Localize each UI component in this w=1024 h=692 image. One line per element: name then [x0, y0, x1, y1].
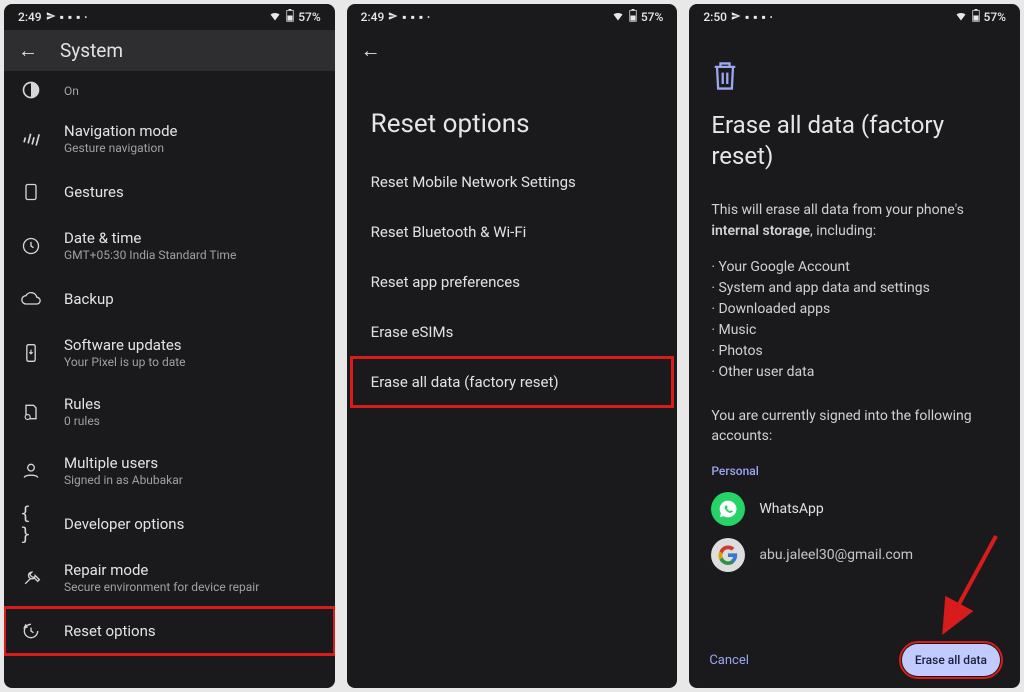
option-list: Reset Mobile Network Settings Reset Blue…: [347, 157, 678, 407]
accounts-hint: You are currently signed into the follow…: [711, 407, 998, 446]
whatsapp-icon: [711, 492, 745, 526]
more-dot-icon: •: [770, 13, 773, 22]
setting-row-backup[interactable]: Backup: [4, 275, 335, 323]
settings-list: On Navigation mode Gesture navigation Ge…: [4, 71, 335, 688]
statusbar: 2:50 ▪ ▪ ▪ • 57%: [689, 4, 1020, 30]
update-icon: [20, 342, 42, 364]
setting-row-reset-options[interactable]: Reset options: [4, 607, 335, 655]
trash-icon: [711, 60, 998, 96]
tools-icon: [20, 567, 42, 589]
telegram-icon: [731, 10, 741, 24]
wifi-icon: [611, 10, 625, 25]
battery-pct: 57%: [641, 10, 663, 24]
gestures-icon: [20, 181, 42, 203]
back-arrow-icon[interactable]: ←: [361, 38, 381, 63]
screen-reset-options: 2:49 ▪ ▪ ▪ • 57% ← Reset options Reset M…: [347, 4, 678, 688]
cloud-icon: [20, 288, 42, 310]
back-arrow-icon[interactable]: ←: [18, 38, 38, 63]
setting-row-date-time[interactable]: Date & time GMT+05:30 India Standard Tim…: [4, 216, 335, 275]
status-time: 2:49: [18, 10, 42, 24]
statusbar: 2:49 ▪ ▪ ▪ • 57%: [347, 4, 678, 30]
google-icon: [711, 538, 745, 572]
screen-erase-all-data: 2:50 ▪ ▪ ▪ • 57% Erase all data (factory…: [689, 4, 1020, 688]
setting-row-software-updates[interactable]: Software updates Your Pixel is up to dat…: [4, 323, 335, 382]
option-reset-mobile-network[interactable]: Reset Mobile Network Settings: [351, 157, 674, 207]
notif-icon: ▪: [762, 10, 766, 24]
setting-row-languages[interactable]: On: [4, 77, 335, 109]
notif-icon: ▪: [753, 10, 757, 24]
telegram-icon: [46, 10, 56, 24]
screen-system-settings: 2:49 ▪ ▪ ▪ • 57% ← System On: [4, 4, 335, 688]
more-dot-icon: •: [84, 13, 87, 22]
option-erase-all-data[interactable]: Erase all data (factory reset): [351, 357, 674, 407]
statusbar: 2:49 ▪ ▪ ▪ • 57%: [4, 4, 335, 30]
navigation-icon: [20, 128, 42, 150]
status-time: 2:50: [703, 10, 727, 24]
page-title: Reset options: [347, 71, 678, 157]
notif-icon: ▪: [411, 10, 415, 24]
wifi-icon: [268, 10, 282, 25]
erase-bullets: · Your Google Account · System and app d…: [711, 257, 998, 383]
option-erase-esims[interactable]: Erase eSIMs: [351, 307, 674, 357]
wifi-icon: [954, 10, 968, 25]
account-google[interactable]: abu.jaleel30@gmail.com: [711, 538, 998, 572]
clock-icon: [20, 235, 42, 257]
notif-icon: ▪: [419, 10, 423, 24]
notif-icon: ▪: [745, 10, 749, 24]
option-reset-app-preferences[interactable]: Reset app preferences: [351, 257, 674, 307]
bottom-actions: Cancel Erase all data: [689, 644, 1020, 676]
erase-description: This will erase all data from your phone…: [711, 200, 998, 241]
cancel-button[interactable]: Cancel: [709, 653, 749, 668]
braces-icon: { }: [20, 513, 42, 535]
battery-icon: [972, 9, 980, 25]
page-title: System: [60, 39, 123, 62]
header: ← System: [4, 30, 335, 71]
more-dot-icon: •: [427, 13, 430, 22]
rules-icon: [20, 401, 42, 423]
erase-content: Erase all data (factory reset) This will…: [689, 30, 1020, 688]
battery-icon: [286, 9, 294, 25]
battery-pct: 57%: [984, 10, 1006, 24]
notif-icon: ▪: [402, 10, 406, 24]
battery-pct: 57%: [298, 10, 320, 24]
header: ←: [347, 30, 678, 71]
notif-icon: ▪: [68, 10, 72, 24]
globe-icon: [20, 79, 42, 101]
telegram-icon: [388, 10, 398, 24]
setting-row-navigation-mode[interactable]: Navigation mode Gesture navigation: [4, 109, 335, 168]
section-personal: Personal: [711, 464, 998, 478]
setting-row-repair-mode[interactable]: Repair mode Secure environment for devic…: [4, 548, 335, 607]
erase-all-data-button[interactable]: Erase all data: [902, 644, 1000, 676]
history-icon: [20, 620, 42, 642]
status-time: 2:49: [361, 10, 385, 24]
setting-row-rules[interactable]: Rules 0 rules: [4, 382, 335, 441]
setting-row-gestures[interactable]: Gestures: [4, 168, 335, 216]
notif-icon: ▪: [76, 10, 80, 24]
account-whatsapp[interactable]: WhatsApp: [711, 492, 998, 526]
users-icon: [20, 460, 42, 482]
option-reset-bluetooth-wifi[interactable]: Reset Bluetooth & Wi-Fi: [351, 207, 674, 257]
setting-row-multiple-users[interactable]: Multiple users Signed in as Abubakar: [4, 441, 335, 500]
setting-row-developer-options[interactable]: { } Developer options: [4, 500, 335, 548]
battery-icon: [629, 9, 637, 25]
notif-icon: ▪: [60, 10, 64, 24]
page-title: Erase all data (factory reset): [711, 110, 998, 172]
